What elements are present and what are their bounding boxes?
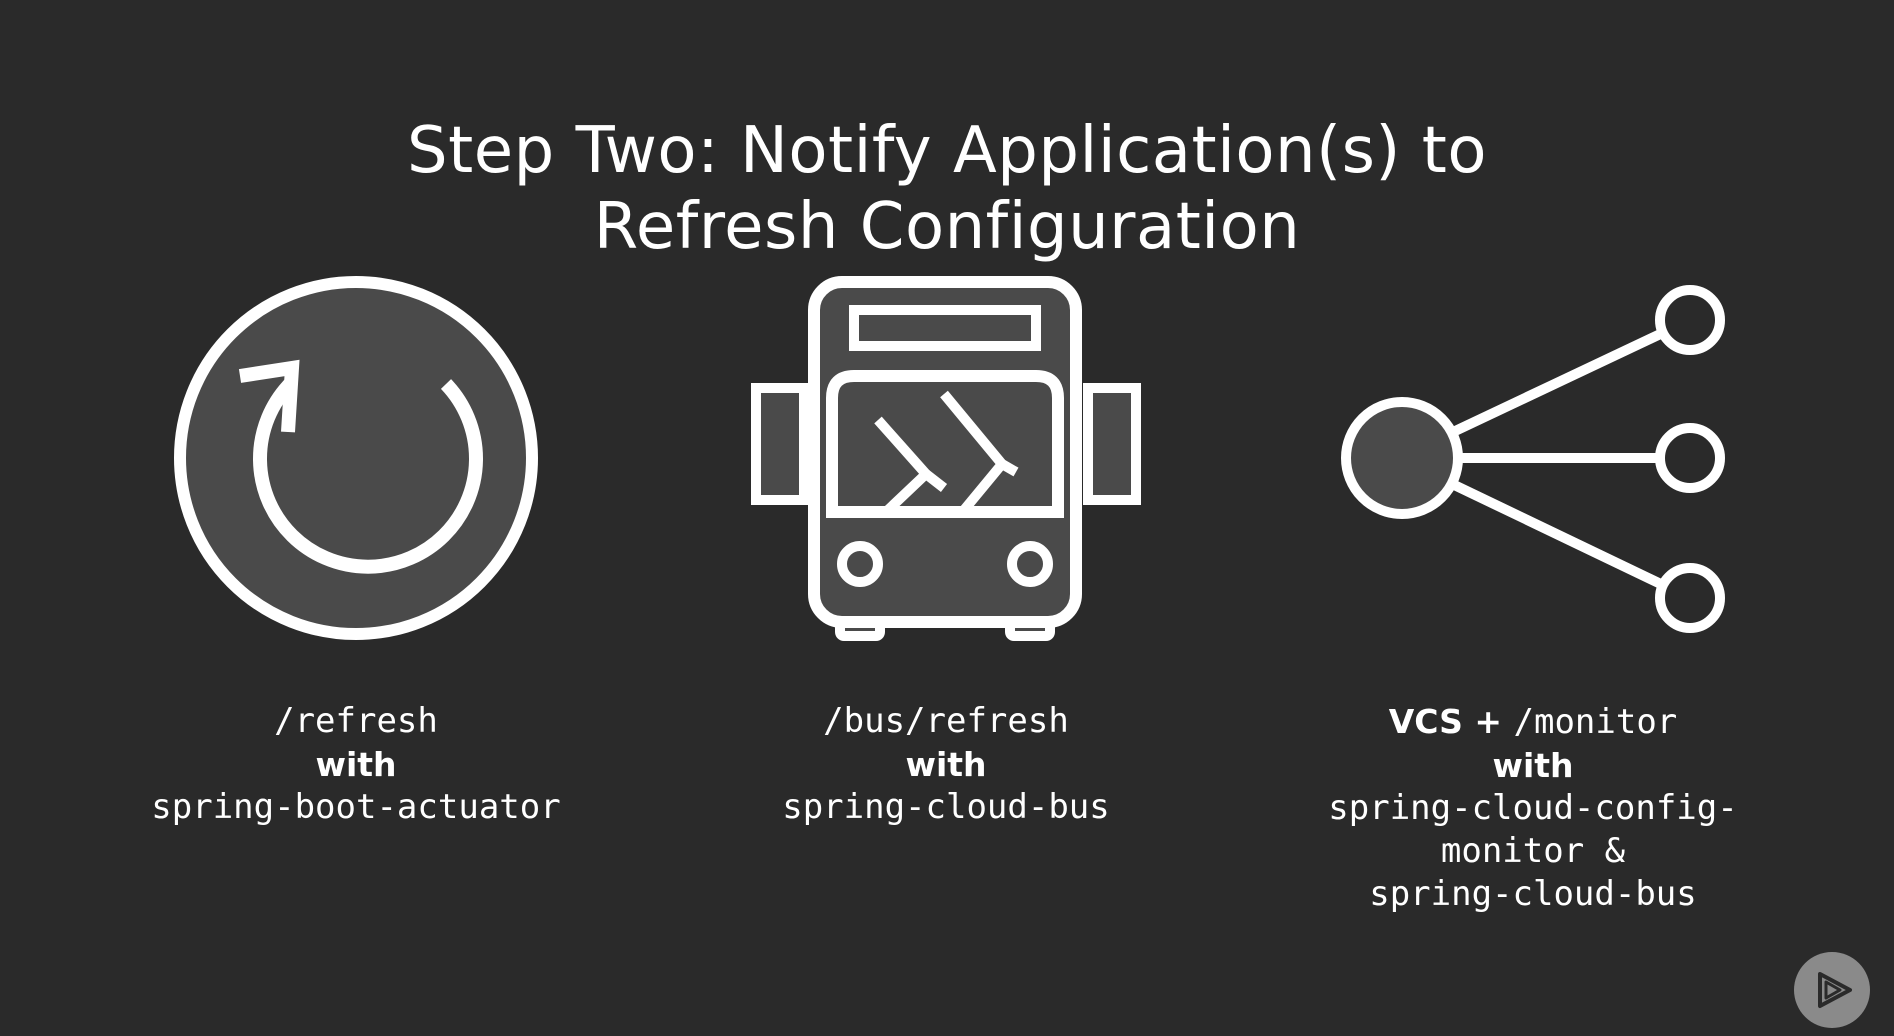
library-label-line-3: spring-cloud-bus xyxy=(1369,874,1697,914)
connector-label: with xyxy=(1492,746,1574,785)
endpoint-label: /refresh xyxy=(274,701,438,741)
connector-label: with xyxy=(315,745,397,784)
library-label: spring-boot-actuator xyxy=(151,787,561,827)
slide-title-line-1: Step Two: Notify Application(s) to xyxy=(407,113,1487,188)
broadcast-network-icon xyxy=(1338,278,1728,638)
library-label-line-2: monitor & xyxy=(1440,831,1626,871)
endpoint-line: VCS + /monitor xyxy=(1273,700,1793,744)
endpoint-label: /bus/refresh xyxy=(823,701,1069,741)
bus-icon xyxy=(748,272,1142,644)
option-caption-refresh: /refresh with spring-boot-actuator xyxy=(96,700,616,829)
option-caption-monitor: VCS + /monitor with spring-cloud-config-… xyxy=(1273,700,1793,916)
play-logo-icon xyxy=(1794,952,1870,1028)
library-label: spring-cloud-bus xyxy=(782,787,1110,827)
connector-label: with xyxy=(905,745,987,784)
slide-title-line-2: Refresh Configuration xyxy=(593,189,1301,264)
vcs-prefix-label: VCS + xyxy=(1388,702,1514,741)
refresh-icon xyxy=(170,272,542,644)
slide-title: Step Two: Notify Application(s) to Refre… xyxy=(0,113,1894,265)
endpoint-label: /monitor xyxy=(1513,702,1678,742)
option-caption-bus-refresh: /bus/refresh with spring-cloud-bus xyxy=(686,700,1206,829)
library-label-line-1: spring-cloud-config- xyxy=(1328,788,1738,828)
